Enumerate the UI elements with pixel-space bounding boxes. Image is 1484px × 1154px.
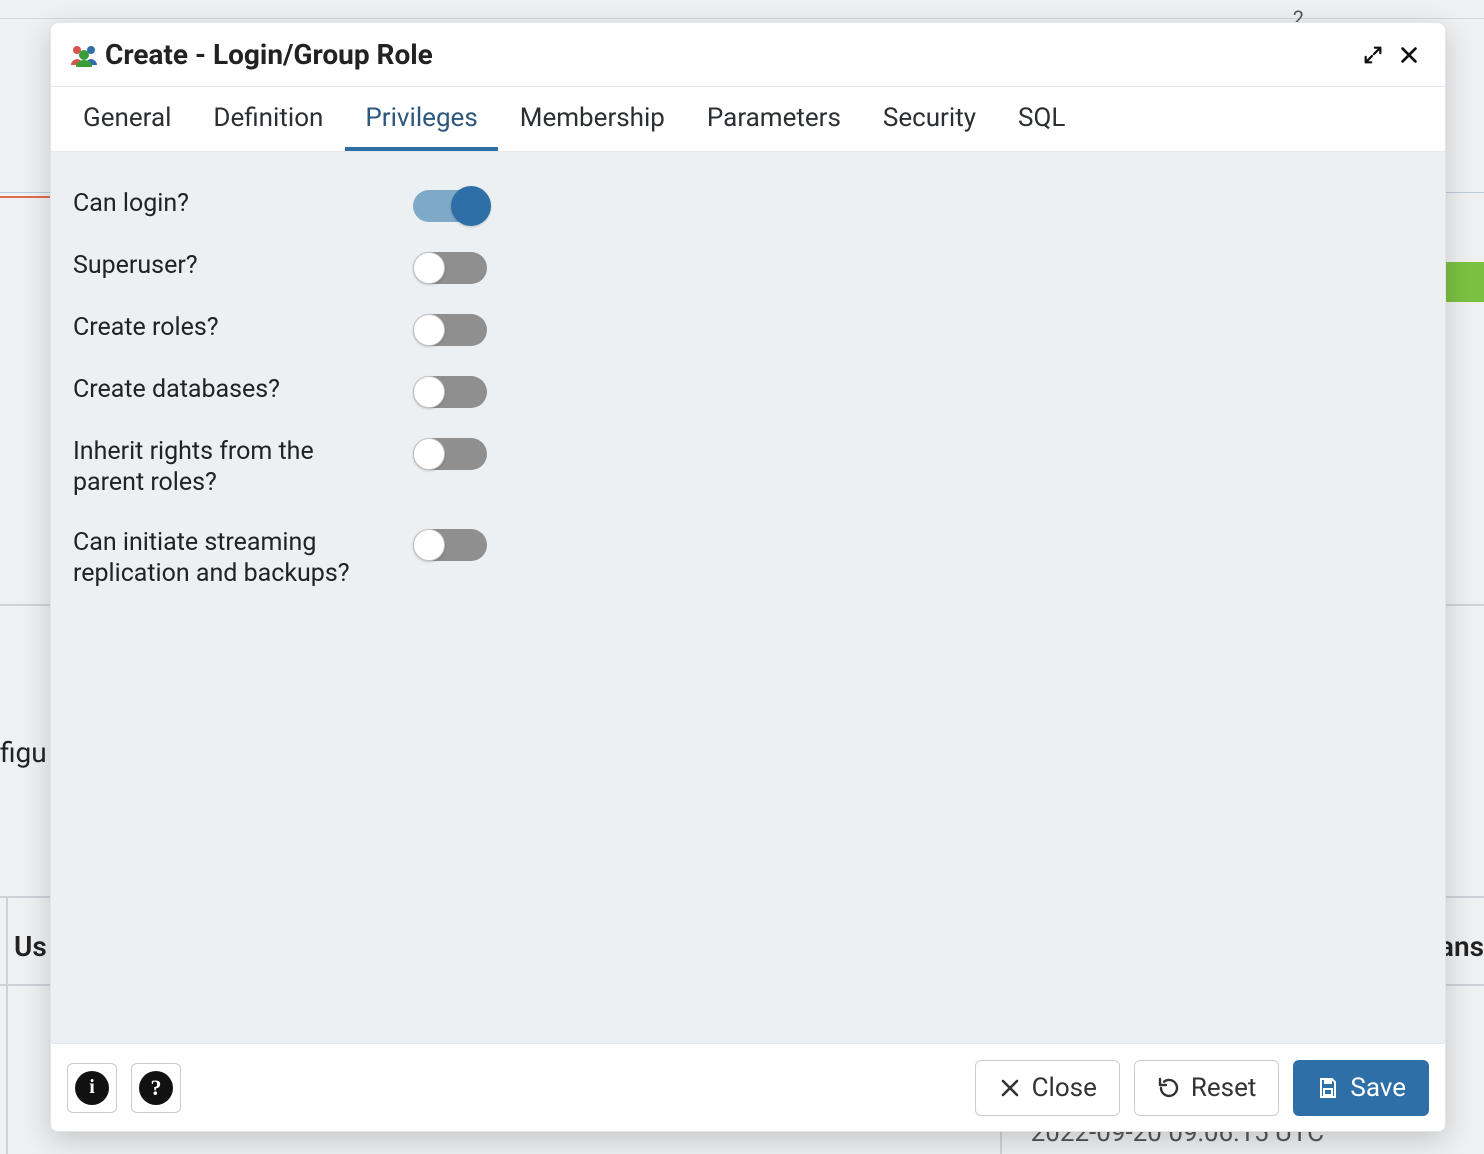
privilege-row-superuser: Superuser? bbox=[73, 236, 1423, 298]
dialog-title-text: Create - Login/Group Role bbox=[105, 38, 433, 71]
toggle-streaming-replication[interactable] bbox=[413, 529, 487, 561]
bg-col-users: Us bbox=[14, 930, 47, 963]
help-button[interactable]: ? bbox=[131, 1063, 181, 1113]
reset-icon bbox=[1157, 1076, 1181, 1100]
tab-label: Membership bbox=[520, 103, 665, 133]
dialog-header: Create - Login/Group Role bbox=[51, 23, 1445, 87]
info-button[interactable]: i bbox=[67, 1063, 117, 1113]
expand-dialog-button[interactable] bbox=[1355, 37, 1391, 73]
tab-label: Parameters bbox=[707, 103, 841, 133]
create-login-group-role-dialog: Create - Login/Group Role General Definit… bbox=[50, 22, 1446, 1132]
tab-parameters[interactable]: Parameters bbox=[687, 87, 861, 151]
toggle-create-roles[interactable] bbox=[413, 314, 487, 346]
reset-button[interactable]: Reset bbox=[1134, 1060, 1280, 1116]
close-x-icon bbox=[998, 1076, 1022, 1100]
privilege-label: Can initiate streaming replication and b… bbox=[73, 527, 413, 590]
privilege-label: Inherit rights from the parent roles? bbox=[73, 436, 413, 499]
toggle-knob bbox=[413, 252, 445, 284]
dialog-tabs: General Definition Privileges Membership Par… bbox=[51, 87, 1445, 152]
toggle-inherit-rights[interactable] bbox=[413, 438, 487, 470]
toggle-knob bbox=[451, 186, 491, 226]
save-icon bbox=[1316, 1076, 1340, 1100]
tab-sql[interactable]: SQL bbox=[998, 87, 1085, 151]
info-icon: i bbox=[75, 1071, 109, 1105]
toggle-can-login[interactable] bbox=[413, 190, 487, 222]
toggle-knob bbox=[413, 438, 445, 470]
tab-membership[interactable]: Membership bbox=[500, 87, 685, 151]
toggle-knob bbox=[413, 529, 445, 561]
tab-definition[interactable]: Definition bbox=[193, 87, 343, 151]
privileges-panel: Can login? Superuser? Create roles? Create … bbox=[51, 152, 1445, 1043]
bg-config-text: figu bbox=[0, 736, 47, 769]
close-button-label: Close bbox=[1032, 1073, 1097, 1103]
privilege-row-create-databases: Create databases? bbox=[73, 360, 1423, 422]
reset-button-label: Reset bbox=[1191, 1073, 1257, 1103]
expand-icon bbox=[1362, 44, 1384, 66]
privilege-label: Can login? bbox=[73, 188, 413, 219]
privilege-row-streaming-replication: Can initiate streaming replication and b… bbox=[73, 513, 1423, 604]
toggle-create-databases[interactable] bbox=[413, 376, 487, 408]
close-icon bbox=[1398, 44, 1420, 66]
help-icon: ? bbox=[139, 1071, 173, 1105]
tab-general[interactable]: General bbox=[63, 87, 191, 151]
privilege-label: Superuser? bbox=[73, 250, 413, 281]
dialog-title: Create - Login/Group Role bbox=[69, 38, 433, 71]
toggle-superuser[interactable] bbox=[413, 252, 487, 284]
tab-privileges[interactable]: Privileges bbox=[345, 87, 497, 151]
privilege-row-inherit-rights: Inherit rights from the parent roles? bbox=[73, 422, 1423, 513]
privilege-label: Create databases? bbox=[73, 374, 413, 405]
privilege-row-create-roles: Create roles? bbox=[73, 298, 1423, 360]
tab-label: Definition bbox=[213, 103, 323, 133]
toggle-knob bbox=[413, 376, 445, 408]
toggle-knob bbox=[413, 314, 445, 346]
close-button[interactable]: Close bbox=[975, 1060, 1120, 1116]
save-button[interactable]: Save bbox=[1293, 1060, 1429, 1116]
privilege-label: Create roles? bbox=[73, 312, 413, 343]
tab-label: SQL bbox=[1018, 103, 1065, 133]
group-role-icon bbox=[69, 43, 99, 67]
tab-label: Security bbox=[883, 103, 976, 133]
tab-label: Privileges bbox=[365, 103, 477, 133]
tab-security[interactable]: Security bbox=[863, 87, 996, 151]
close-dialog-button[interactable] bbox=[1391, 37, 1427, 73]
save-button-label: Save bbox=[1350, 1073, 1406, 1103]
dialog-footer: i ? Close Reset Save bbox=[51, 1043, 1445, 1131]
privilege-row-can-login: Can login? bbox=[73, 174, 1423, 236]
tab-label: General bbox=[83, 103, 171, 133]
